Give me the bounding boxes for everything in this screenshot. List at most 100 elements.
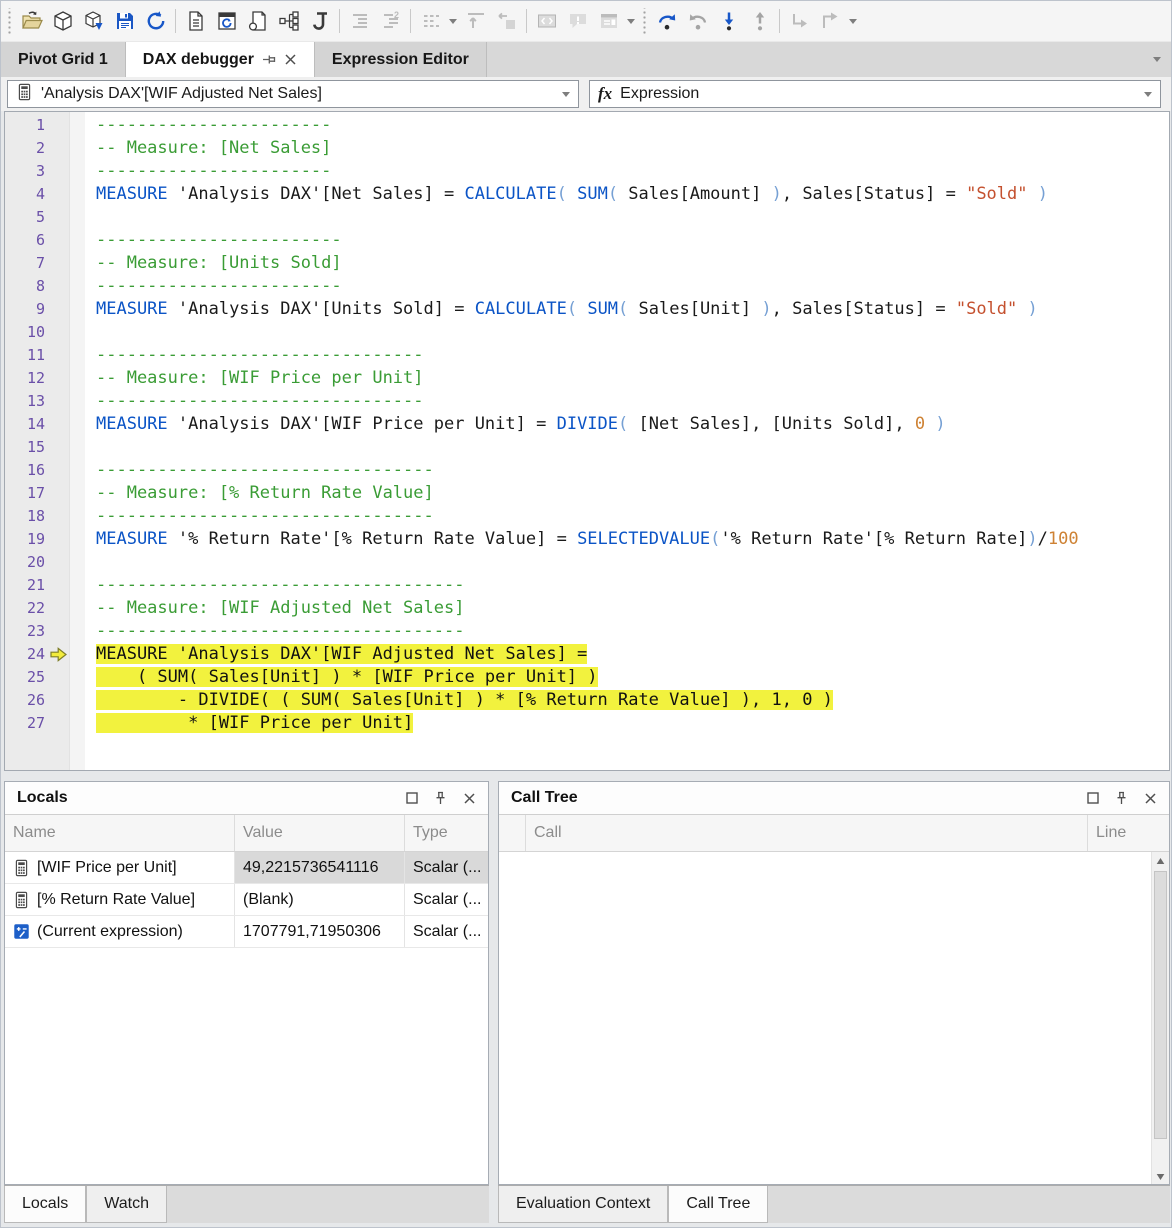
tab-expression-editor[interactable]: Expression Editor [315,42,487,77]
code-line-15-text[interactable] [88,436,96,459]
locals-col-type[interactable]: Type [405,815,488,851]
scrollbar-thumb[interactable] [1154,871,1167,1139]
call-tree-col-line[interactable]: Line [1088,815,1169,851]
toolbar-dropdown-caret[interactable] [624,6,638,36]
toolbar-dropdown-caret[interactable] [446,6,460,36]
code-line-23-text[interactable]: ------------------------------------ [88,620,464,643]
maximize-icon[interactable] [406,792,418,804]
deploy-model-button[interactable] [78,6,109,36]
code-line-19-text[interactable]: MEASURE '% Return Rate'[% Return Rate Va… [88,528,1079,551]
code-line-7-text[interactable]: -- Measure: [Units Sold] [88,252,342,275]
locals-row-2[interactable]: [% Return Rate Value](Blank)Scalar (... [5,884,488,916]
locals-row-3[interactable]: (Current expression)1707791,71950306Scal… [5,916,488,948]
locals-tab-watch[interactable]: Watch [86,1186,167,1223]
refresh-metadata-button[interactable] [211,6,242,36]
open-file-button[interactable] [16,6,47,36]
call-tree-row-11[interactable] [499,1102,1169,1127]
tab-pivot-grid-1[interactable]: Pivot Grid 1 [1,42,126,77]
tab-list-caret[interactable] [1153,42,1161,77]
code-line-11-text[interactable]: -------------------------------- [88,344,424,367]
call-tree-col-call[interactable]: Call [526,815,1088,851]
scroll-up-icon[interactable] [1152,852,1169,870]
dependency-tree-button[interactable] [273,6,304,36]
calltree-tab-evaluation-context[interactable]: Evaluation Context [498,1186,668,1223]
pin-icon[interactable] [434,791,447,805]
toolbar-grip[interactable] [6,8,13,34]
code-line-10-text[interactable] [88,321,96,344]
call-tree-row-5[interactable] [499,952,1169,977]
code-line-26-text[interactable]: - DIVIDE( ( SUM( Sales[Unit] ) * [% Retu… [88,689,833,712]
script-button[interactable] [304,6,335,36]
code-line-16-text[interactable]: --------------------------------- [88,459,434,482]
code-line-22-text[interactable]: -- Measure: [WIF Adjusted Net Sales] [88,597,464,620]
measure-selector-combo[interactable]: 'Analysis DAX'[WIF Adjusted Net Sales] [7,80,579,108]
code-line-13-text[interactable]: -------------------------------- [88,390,424,413]
locals-col-name[interactable]: Name [5,815,235,851]
local-type[interactable]: Scalar (... [405,852,488,883]
code-line-14-text[interactable]: MEASURE 'Analysis DAX'[WIF Price per Uni… [88,413,946,436]
call-tree-row-7[interactable] [499,1002,1169,1027]
code-line-8-text[interactable]: ------------------------ [88,275,342,298]
code-line-24-text[interactable]: MEASURE 'Analysis DAX'[WIF Adjusted Net … [88,643,587,666]
maximize-icon[interactable] [1087,792,1099,804]
document-button[interactable] [180,6,211,36]
locals-col-value[interactable]: Value [235,815,405,851]
toolbar-separator [526,9,527,33]
close-icon[interactable] [1144,792,1157,805]
pin-icon[interactable] [262,53,276,66]
call-tree-row-14[interactable] [499,1177,1169,1185]
local-value[interactable]: 1707791,71950306 [235,916,405,947]
call-tree-row-1[interactable] [499,852,1169,877]
code-line-2-text[interactable]: -- Measure: [Net Sales] [88,137,331,160]
code-line-9-text[interactable]: MEASURE 'Analysis DAX'[Units Sold] = CAL… [88,298,1038,321]
save-button[interactable] [109,6,140,36]
code-line-20-text[interactable] [88,551,96,574]
code-line-5-text[interactable] [88,206,96,229]
pin-icon[interactable] [1115,791,1128,805]
code-line-21-text[interactable]: ------------------------------------ [88,574,464,597]
model-cube-button[interactable] [47,6,78,36]
refresh-button[interactable] [140,6,171,36]
code-line-27-text[interactable]: * [WIF Price per Unit] [88,712,413,735]
code-line-25-text[interactable]: ( SUM( Sales[Unit] ) * [WIF Price per Un… [88,666,598,689]
code-line-12-text[interactable]: -- Measure: [WIF Price per Unit] [88,367,424,390]
close-icon[interactable] [284,53,297,66]
local-type[interactable]: Scalar (... [405,916,488,947]
toolbar-dropdown-caret[interactable] [846,6,860,36]
code-line-24: 24MEASURE 'Analysis DAX'[WIF Adjusted Ne… [5,643,1169,666]
local-value[interactable]: 49,2215736541116 [235,852,405,883]
code-line-3-text[interactable]: ----------------------- [88,160,331,183]
code-line-13: 13-------------------------------- [5,390,1169,413]
locals-tab-locals[interactable]: Locals [4,1186,86,1223]
locals-row-1[interactable]: [WIF Price per Unit]49,2215736541116Scal… [5,852,488,884]
toolbar-grip[interactable] [641,8,648,34]
call-tree-scrollbar[interactable] [1151,852,1169,1185]
code-line-20: 20 [5,551,1169,574]
call-tree-row-10[interactable] [499,1077,1169,1102]
call-tree-row-13[interactable] [499,1152,1169,1177]
scroll-down-icon[interactable] [1152,1168,1169,1185]
calltree-tab-call-tree[interactable]: Call Tree [668,1186,768,1223]
tab-dax-debugger[interactable]: DAX debugger [126,42,315,77]
code-line-6-text[interactable]: ------------------------ [88,229,342,252]
call-tree-row-9[interactable] [499,1052,1169,1077]
call-tree-row-12[interactable] [499,1127,1169,1152]
fold-margin-cell [71,482,88,505]
call-tree-row-6[interactable] [499,977,1169,1002]
code-line-4-text[interactable]: MEASURE 'Analysis DAX'[Net Sales] = CALC… [88,183,1048,206]
call-tree-row-2[interactable] [499,877,1169,902]
step-over-button[interactable] [651,6,682,36]
call-tree-row-8[interactable] [499,1027,1169,1052]
page-reference-button[interactable] [242,6,273,36]
code-line-17-text[interactable]: -- Measure: [% Return Rate Value] [88,482,434,505]
expression-selector-combo[interactable]: fx Expression [589,80,1161,108]
close-icon[interactable] [463,792,476,805]
local-type[interactable]: Scalar (... [405,884,488,915]
step-into-button[interactable] [713,6,744,36]
call-tree-row-3[interactable] [499,902,1169,927]
code-editor[interactable]: 1-----------------------2-- Measure: [Ne… [4,111,1170,771]
code-line-1-text[interactable]: ----------------------- [88,114,331,137]
code-line-18-text[interactable]: --------------------------------- [88,505,434,528]
local-value[interactable]: (Blank) [235,884,405,915]
call-tree-row-4[interactable] [499,927,1169,952]
